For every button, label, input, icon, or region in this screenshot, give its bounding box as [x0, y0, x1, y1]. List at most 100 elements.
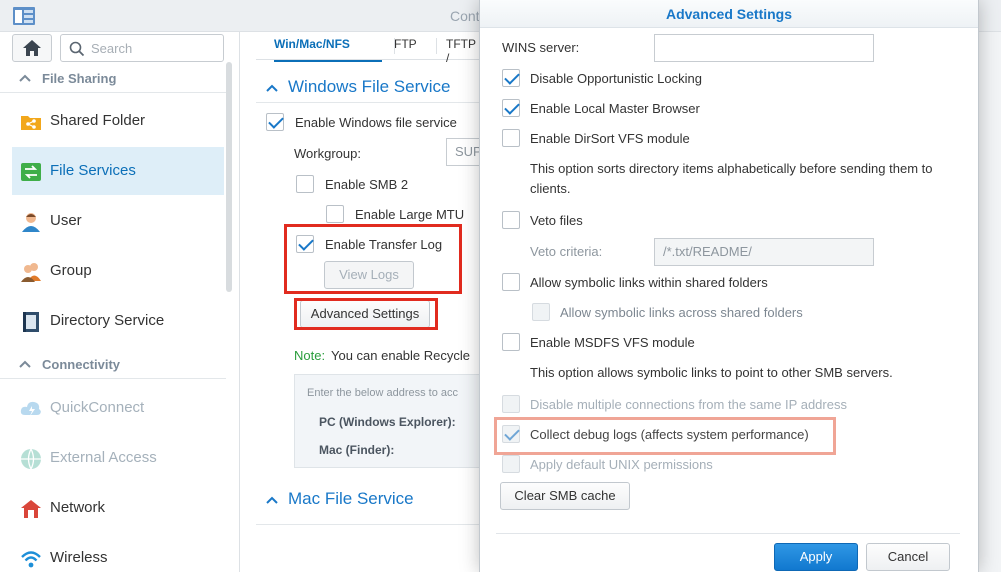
wireless-icon — [21, 551, 41, 568]
directory-service-icon — [23, 312, 39, 332]
tab-tftp[interactable]: TFTP / — [446, 37, 480, 65]
section-connectivity[interactable]: Connectivity — [0, 354, 226, 376]
apply-unix-permissions-label: Apply default UNIX permissions — [530, 457, 713, 472]
pc-address-label: PC (Windows Explorer): — [319, 415, 456, 429]
tab-divider — [436, 38, 437, 54]
enable-dirsort-label: Enable DirSort VFS module — [530, 131, 690, 146]
sidebar-item-file-services[interactable]: File Services — [12, 147, 224, 195]
sidebar-scrollbar[interactable] — [226, 62, 232, 292]
disable-opportunistic-locking-checkbox[interactable] — [502, 69, 520, 87]
veto-files-label: Veto files — [530, 213, 583, 228]
group-title: Windows File Service — [288, 77, 451, 96]
highlight-transfer-log — [284, 224, 462, 294]
sidebar-item-external-access[interactable]: External Access — [12, 434, 224, 482]
sidebar-item-label: File Services — [50, 162, 136, 179]
network-icon — [21, 500, 41, 518]
apply-button[interactable]: Apply — [774, 543, 858, 571]
allow-symlinks-across-label: Allow symbolic links across shared folde… — [560, 305, 803, 320]
chevron-up-icon — [19, 74, 31, 82]
enable-windows-file-service-label: Enable Windows file service — [295, 115, 457, 130]
chevron-up-icon — [19, 360, 31, 368]
address-info-box: Enter the below address to acc PC (Windo… — [294, 374, 480, 468]
sidebar-item-shared-folder[interactable]: Shared Folder — [12, 97, 224, 145]
enable-large-mtu-checkbox[interactable] — [326, 205, 344, 223]
sidebar: Search File Sharing Shared Folder File S… — [0, 32, 240, 572]
veto-criteria-label: Veto criteria: — [530, 244, 603, 259]
sidebar-item-label: QuickConnect — [50, 399, 145, 416]
sidebar-item-label: Directory Service — [50, 312, 165, 329]
sidebar-item-wireless[interactable]: Wireless — [12, 534, 224, 572]
sidebar-item-quickconnect[interactable]: QuickConnect — [12, 384, 224, 432]
enable-smb2-checkbox[interactable] — [296, 175, 314, 193]
sidebar-item-directory-service[interactable]: Directory Service — [12, 297, 224, 345]
enable-large-mtu-label: Enable Large MTU — [355, 207, 465, 222]
divider — [256, 524, 480, 525]
disable-multiple-connections-label: Disable multiple connections from the sa… — [530, 397, 847, 412]
dialog-footer-divider — [496, 533, 960, 534]
file-services-icon — [21, 163, 41, 181]
chevron-up-icon — [266, 496, 278, 504]
workgroup-value: SUP — [455, 144, 482, 159]
wins-server-label: WINS server: — [502, 40, 580, 55]
sidebar-item-user[interactable]: User — [12, 197, 224, 245]
enable-local-master-browser-label: Enable Local Master Browser — [530, 101, 700, 116]
enable-windows-file-service-checkbox[interactable] — [266, 113, 284, 131]
section-label: Connectivity — [42, 357, 121, 372]
disable-opportunistic-locking-label: Disable Opportunistic Locking — [530, 71, 702, 86]
enable-smb2-label: Enable SMB 2 — [325, 177, 409, 192]
sidebar-item-group[interactable]: Group — [12, 247, 224, 295]
sidebar-item-label: User — [50, 212, 82, 229]
tab-bar: Win/Mac/NFS FTP TFTP / — [256, 32, 480, 65]
msdfs-help-text: This option allows symbolic links to poi… — [530, 365, 893, 380]
sidebar-item-label: Shared Folder — [50, 112, 146, 129]
highlight-advanced-settings — [294, 298, 438, 330]
enable-local-master-browser-checkbox[interactable] — [502, 99, 520, 117]
mac-address-label: Mac (Finder): — [319, 443, 395, 457]
clear-smb-cache-button[interactable]: Clear SMB cache — [500, 482, 630, 510]
search-input[interactable]: Search — [60, 34, 224, 62]
allow-symlinks-across-checkbox[interactable] — [532, 303, 550, 321]
sidebar-item-label: Group — [50, 262, 92, 279]
shared-folder-icon — [21, 116, 41, 130]
sidebar-item-network[interactable]: Network — [12, 484, 224, 532]
workgroup-input[interactable]: SUP — [446, 138, 482, 166]
note-text: You can enable Recycle — [331, 348, 471, 363]
veto-criteria-input[interactable]: /*.txt/README/ — [654, 238, 874, 266]
home-icon — [23, 40, 41, 56]
address-intro: Enter the below address to acc — [307, 387, 459, 399]
disable-multiple-connections-checkbox[interactable] — [502, 395, 520, 413]
workgroup-label: Workgroup: — [294, 146, 361, 161]
enable-msdfs-checkbox[interactable] — [502, 333, 520, 351]
sidebar-item-label: External Access — [50, 449, 157, 466]
wins-server-input[interactable] — [654, 34, 874, 62]
control-panel-app-icon — [13, 7, 35, 25]
window-title: Cont — [450, 8, 480, 24]
allow-symlinks-checkbox[interactable] — [502, 273, 520, 291]
group-icon — [21, 263, 41, 282]
enable-msdfs-label: Enable MSDFS VFS module — [530, 335, 695, 350]
section-label: File Sharing — [42, 71, 117, 86]
veto-files-checkbox[interactable] — [502, 211, 520, 229]
enable-dirsort-checkbox[interactable] — [502, 129, 520, 147]
external-access-icon — [21, 448, 41, 470]
divider — [0, 378, 226, 379]
advanced-settings-dialog: Advanced Settings WINS server: Disable O… — [479, 0, 979, 572]
group-title: Mac File Service — [288, 489, 414, 508]
sidebar-item-label: Network — [50, 499, 106, 516]
search-icon — [69, 41, 85, 57]
main-panel: Win/Mac/NFS FTP TFTP / Windows File Serv… — [240, 32, 482, 572]
search-placeholder: Search — [91, 41, 133, 56]
tab-ftp[interactable]: FTP — [394, 37, 417, 51]
home-button[interactable] — [12, 34, 52, 62]
user-icon — [22, 213, 40, 232]
highlight-debug-logs — [494, 417, 836, 455]
note-prefix: Note: — [294, 348, 326, 363]
tab-win-mac-nfs[interactable]: Win/Mac/NFS — [274, 37, 350, 51]
cancel-button[interactable]: Cancel — [866, 543, 950, 571]
dirsort-help-text: This option sorts directory items alphab… — [530, 161, 933, 196]
divider — [256, 102, 480, 103]
apply-unix-permissions-checkbox[interactable] — [502, 455, 520, 473]
quickconnect-icon — [20, 401, 41, 416]
section-file-sharing[interactable]: File Sharing — [0, 68, 226, 90]
dialog-header: Advanced Settings — [480, 0, 978, 28]
